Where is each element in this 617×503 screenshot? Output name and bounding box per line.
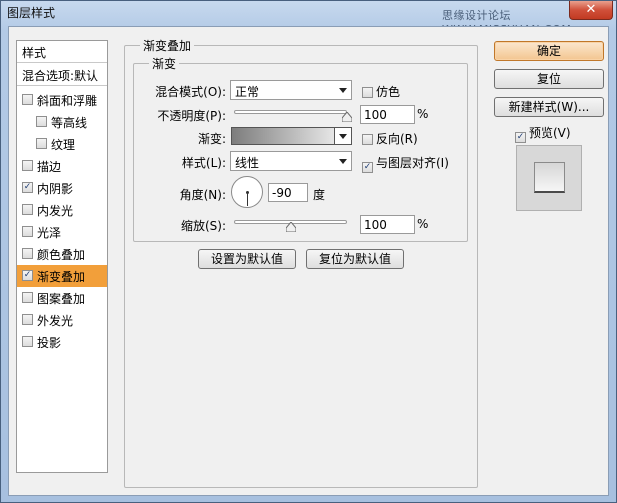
- checkbox-icon[interactable]: [22, 94, 33, 105]
- style-item[interactable]: 投影: [17, 331, 107, 353]
- style-item-label: 光泽: [37, 226, 62, 240]
- title-bar[interactable]: 图层样式 思缘设计论坛 WWW.MISSYUAN.COM ✕: [1, 1, 616, 36]
- checkbox-icon[interactable]: [22, 292, 33, 303]
- new-style-button[interactable]: 新建样式(W)...: [494, 97, 604, 117]
- style-item-label: 颜色叠加: [37, 248, 86, 262]
- checkbox-icon[interactable]: [22, 336, 33, 347]
- style-item-label: 斜面和浮雕: [37, 94, 98, 108]
- style-item-label: 纹理: [51, 138, 76, 152]
- gradient-overlay-title: 渐变叠加: [140, 37, 195, 54]
- gradient-style-value: 线性: [235, 156, 260, 170]
- blend-mode-value: 正常: [235, 85, 260, 99]
- checkbox-checked-icon[interactable]: ✓: [22, 270, 33, 281]
- chevron-down-icon: [339, 88, 347, 93]
- gradient-preview-swatch[interactable]: [231, 127, 335, 145]
- angle-needle: [247, 192, 248, 206]
- set-as-default-button[interactable]: 设置为默认值: [198, 249, 296, 269]
- gradient-style-select[interactable]: 线性: [230, 151, 352, 171]
- angle-dial[interactable]: [231, 176, 263, 208]
- gradient-subgroup-title: 渐变: [149, 55, 180, 72]
- styles-list: 样式 混合选项:默认 斜面和浮雕等高线纹理描边 ✓ 内阴影内发光光泽颜色叠加 ✓ 渐变叠…: [16, 40, 108, 473]
- preview-square: [534, 162, 565, 193]
- style-item-label: 内发光: [37, 204, 74, 218]
- ok-button[interactable]: 确定: [494, 41, 604, 61]
- angle-dial-center: [246, 191, 249, 194]
- opacity-value: 100: [364, 108, 387, 122]
- scale-value: 100: [364, 218, 387, 232]
- preview-label: 预览(V): [529, 126, 571, 140]
- style-item-label: 内阴影: [37, 182, 74, 196]
- reset-to-default-button[interactable]: 复位为默认值: [306, 249, 404, 269]
- checkbox-icon[interactable]: [22, 248, 33, 259]
- align-with-layer-checkbox[interactable]: ✓ 与图层对齐(I): [362, 154, 449, 173]
- style-item-label: 渐变叠加: [37, 270, 86, 284]
- opacity-percent: %: [417, 107, 429, 121]
- style-item[interactable]: 外发光: [17, 309, 107, 331]
- style-item[interactable]: 斜面和浮雕: [17, 89, 107, 111]
- style-item-label: 投影: [37, 336, 62, 350]
- style-item-label: 外发光: [37, 314, 74, 328]
- scale-input[interactable]: 100: [360, 215, 415, 234]
- checkbox-icon[interactable]: [22, 314, 33, 325]
- opacity-slider-thumb[interactable]: [342, 112, 352, 122]
- gradient-label: 渐变:: [197, 132, 226, 146]
- angle-input[interactable]: -90: [268, 183, 308, 202]
- style-item[interactable]: 描边: [17, 155, 107, 177]
- scale-percent: %: [417, 217, 429, 231]
- style-item[interactable]: 等高线: [17, 111, 107, 133]
- style-item[interactable]: 图案叠加: [17, 287, 107, 309]
- style-preview-thumbnail: [516, 145, 582, 211]
- opacity-input[interactable]: 100: [360, 105, 415, 124]
- blend-mode-label: 混合模式(O):: [155, 85, 226, 99]
- dialog-body: 样式 混合选项:默认 斜面和浮雕等高线纹理描边 ✓ 内阴影内发光光泽颜色叠加 ✓ 渐变叠…: [8, 26, 609, 496]
- style-item[interactable]: 内发光: [17, 199, 107, 221]
- style-item-label: 图案叠加: [37, 292, 86, 306]
- checkbox-icon[interactable]: [36, 116, 47, 127]
- align-check-icon: ✓: [362, 162, 373, 173]
- reverse-check-icon: [362, 134, 373, 145]
- style-item[interactable]: 颜色叠加: [17, 243, 107, 265]
- blend-mode-select[interactable]: 正常: [230, 80, 352, 100]
- checkbox-icon[interactable]: [22, 204, 33, 215]
- scale-label: 缩放(S):: [180, 219, 226, 233]
- scale-slider-thumb[interactable]: [285, 222, 296, 232]
- style-item[interactable]: ✓ 渐变叠加: [17, 265, 107, 287]
- close-button[interactable]: ✕: [569, 1, 613, 20]
- angle-value: -90: [272, 186, 292, 200]
- preview-checkbox[interactable]: ✓ 预览(V): [515, 124, 571, 143]
- layer-style-dialog: 图层样式 思缘设计论坛 WWW.MISSYUAN.COM ✕ 样式 混合选项:默…: [0, 0, 617, 503]
- close-icon: ✕: [585, 2, 597, 17]
- preview-check-icon: ✓: [515, 132, 526, 143]
- angle-label: 角度(N):: [179, 188, 226, 202]
- style-item[interactable]: ✓ 内阴影: [17, 177, 107, 199]
- checkbox-checked-icon[interactable]: ✓: [22, 182, 33, 193]
- dither-label: 仿色: [376, 85, 401, 99]
- reverse-checkbox[interactable]: 反向(R): [362, 130, 418, 147]
- style-item[interactable]: 光泽: [17, 221, 107, 243]
- chevron-down-icon: [339, 134, 347, 139]
- checkbox-icon[interactable]: [36, 138, 47, 149]
- opacity-label: 不透明度(P):: [157, 109, 226, 123]
- reset-button[interactable]: 复位: [494, 69, 604, 89]
- reverse-label: 反向(R): [376, 132, 418, 146]
- gradient-picker-button[interactable]: [334, 127, 352, 145]
- checkbox-icon[interactable]: [22, 160, 33, 171]
- style-item-label: 描边: [37, 160, 62, 174]
- style-item-label: 等高线: [51, 116, 88, 130]
- opacity-slider-track[interactable]: [234, 110, 347, 114]
- align-with-layer-label: 与图层对齐(I): [376, 156, 449, 170]
- styles-header[interactable]: 样式: [17, 41, 107, 63]
- angle-unit: 度: [313, 188, 326, 202]
- window-title: 图层样式: [7, 6, 56, 20]
- chevron-down-icon: [339, 159, 347, 164]
- blending-options-item[interactable]: 混合选项:默认: [17, 64, 107, 86]
- dither-check-icon: [362, 87, 373, 98]
- checkbox-icon[interactable]: [22, 226, 33, 237]
- style-label: 样式(L):: [181, 156, 226, 170]
- style-item[interactable]: 纹理: [17, 133, 107, 155]
- dither-checkbox[interactable]: 仿色: [362, 83, 400, 100]
